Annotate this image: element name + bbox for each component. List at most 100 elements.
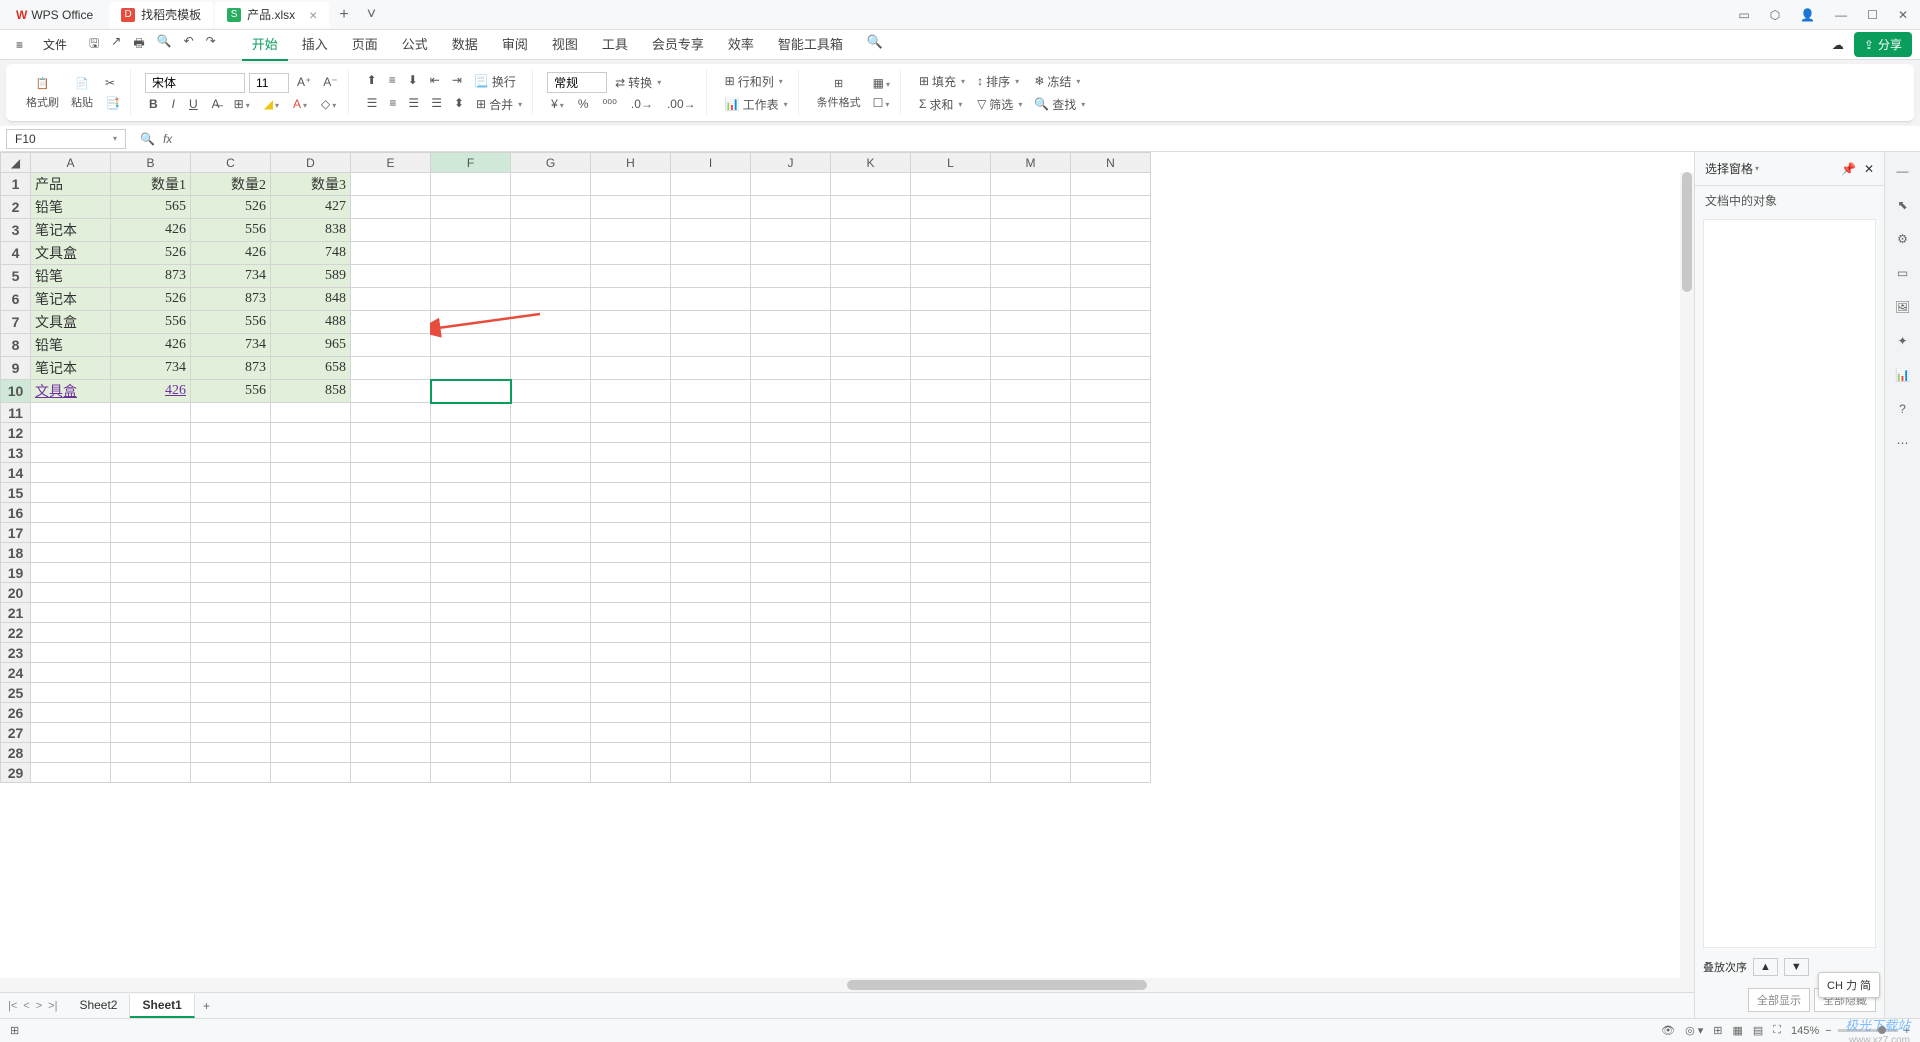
cell-H22[interactable] (591, 623, 671, 643)
cell-E14[interactable] (351, 463, 431, 483)
sheet-tab-Sheet1[interactable]: Sheet1 (130, 994, 194, 1018)
cell-F21[interactable] (431, 603, 511, 623)
cell-L4[interactable] (911, 242, 991, 265)
table-style-icon[interactable]: ▦▾ (869, 74, 894, 92)
cell-C22[interactable] (191, 623, 271, 643)
cell-L13[interactable] (911, 443, 991, 463)
align-top-icon[interactable]: ⬆ (363, 71, 381, 92)
cell-D29[interactable] (271, 763, 351, 783)
cell-F6[interactable] (431, 288, 511, 311)
cell-D1[interactable]: 数量3 (271, 173, 351, 196)
cell-B7[interactable]: 556 (111, 311, 191, 334)
cell-I6[interactable] (671, 288, 751, 311)
cell-I15[interactable] (671, 483, 751, 503)
cell-E19[interactable] (351, 563, 431, 583)
cell-F9[interactable] (431, 357, 511, 380)
cell-style-icon[interactable]: ☐▾ (869, 94, 894, 112)
cell-A12[interactable] (31, 423, 111, 443)
cell-K1[interactable] (831, 173, 911, 196)
row-header-22[interactable]: 22 (1, 623, 31, 643)
cell-C29[interactable] (191, 763, 271, 783)
cell-E15[interactable] (351, 483, 431, 503)
col-header-F[interactable]: F (431, 153, 511, 173)
cell-J3[interactable] (751, 219, 831, 242)
cell-H12[interactable] (591, 423, 671, 443)
cell-N23[interactable] (1071, 643, 1151, 663)
cell-A16[interactable] (31, 503, 111, 523)
cell-K4[interactable] (831, 242, 911, 265)
number-format-select[interactable] (547, 72, 607, 93)
cell-H2[interactable] (591, 196, 671, 219)
cell-M21[interactable] (991, 603, 1071, 623)
percent-icon[interactable]: % (574, 95, 593, 113)
cell-B3[interactable]: 426 (111, 219, 191, 242)
cell-K12[interactable] (831, 423, 911, 443)
cell-C11[interactable] (191, 403, 271, 423)
cell-C7[interactable]: 556 (191, 311, 271, 334)
cell-L16[interactable] (911, 503, 991, 523)
cell-C28[interactable] (191, 743, 271, 763)
col-header-G[interactable]: G (511, 153, 591, 173)
cell-A13[interactable] (31, 443, 111, 463)
cell-B18[interactable] (111, 543, 191, 563)
help-icon[interactable]: ? (1895, 398, 1910, 420)
cell-A10[interactable]: 文具盒 (31, 380, 111, 403)
cell-D16[interactable] (271, 503, 351, 523)
cell-C17[interactable] (191, 523, 271, 543)
cell-D18[interactable] (271, 543, 351, 563)
cell-H10[interactable] (591, 380, 671, 403)
cell-J15[interactable] (751, 483, 831, 503)
tab-template[interactable]: D 找稻壳模板 (109, 2, 213, 28)
cell-A24[interactable] (31, 663, 111, 683)
cell-A5[interactable]: 铅笔 (31, 265, 111, 288)
cell-E20[interactable] (351, 583, 431, 603)
cell-L6[interactable] (911, 288, 991, 311)
cell-H1[interactable] (591, 173, 671, 196)
print-icon[interactable]: 🖶 (131, 32, 146, 57)
cell-B17[interactable] (111, 523, 191, 543)
cell-N11[interactable] (1071, 403, 1151, 423)
cell-M8[interactable] (991, 334, 1071, 357)
cell-N7[interactable] (1071, 311, 1151, 334)
cell-M14[interactable] (991, 463, 1071, 483)
cell-C20[interactable] (191, 583, 271, 603)
row-header-18[interactable]: 18 (1, 543, 31, 563)
undo-icon[interactable]: ↶ (182, 32, 196, 57)
search-menu-icon[interactable]: 🔍 (857, 28, 893, 61)
cell-N4[interactable] (1071, 242, 1151, 265)
cell-A2[interactable]: 铅笔 (31, 196, 111, 219)
row-header-10[interactable]: 10 (1, 380, 31, 403)
cell-L14[interactable] (911, 463, 991, 483)
cell-A20[interactable] (31, 583, 111, 603)
row-header-20[interactable]: 20 (1, 583, 31, 603)
cell-A19[interactable] (31, 563, 111, 583)
cell-I7[interactable] (671, 311, 751, 334)
cell-C25[interactable] (191, 683, 271, 703)
cell-D11[interactable] (271, 403, 351, 423)
cell-G1[interactable] (511, 173, 591, 196)
cell-D15[interactable] (271, 483, 351, 503)
cell-H18[interactable] (591, 543, 671, 563)
cell-D17[interactable] (271, 523, 351, 543)
cell-M5[interactable] (991, 265, 1071, 288)
cell-C2[interactable]: 526 (191, 196, 271, 219)
cell-J11[interactable] (751, 403, 831, 423)
cell-I25[interactable] (671, 683, 751, 703)
tab-page[interactable]: 页面 (342, 28, 388, 61)
cell-N17[interactable] (1071, 523, 1151, 543)
cell-D14[interactable] (271, 463, 351, 483)
cell-B1[interactable]: 数量1 (111, 173, 191, 196)
cell-E29[interactable] (351, 763, 431, 783)
format-painter-button[interactable]: 📋 格式刷 (22, 74, 63, 112)
cell-F3[interactable] (431, 219, 511, 242)
cell-F14[interactable] (431, 463, 511, 483)
cell-K3[interactable] (831, 219, 911, 242)
align-center-icon[interactable]: ≡ (385, 94, 400, 115)
cell-N6[interactable] (1071, 288, 1151, 311)
row-header-16[interactable]: 16 (1, 503, 31, 523)
cell-E12[interactable] (351, 423, 431, 443)
cell-J18[interactable] (751, 543, 831, 563)
currency-icon[interactable]: ¥▾ (547, 95, 568, 113)
cell-B13[interactable] (111, 443, 191, 463)
cell-M9[interactable] (991, 357, 1071, 380)
